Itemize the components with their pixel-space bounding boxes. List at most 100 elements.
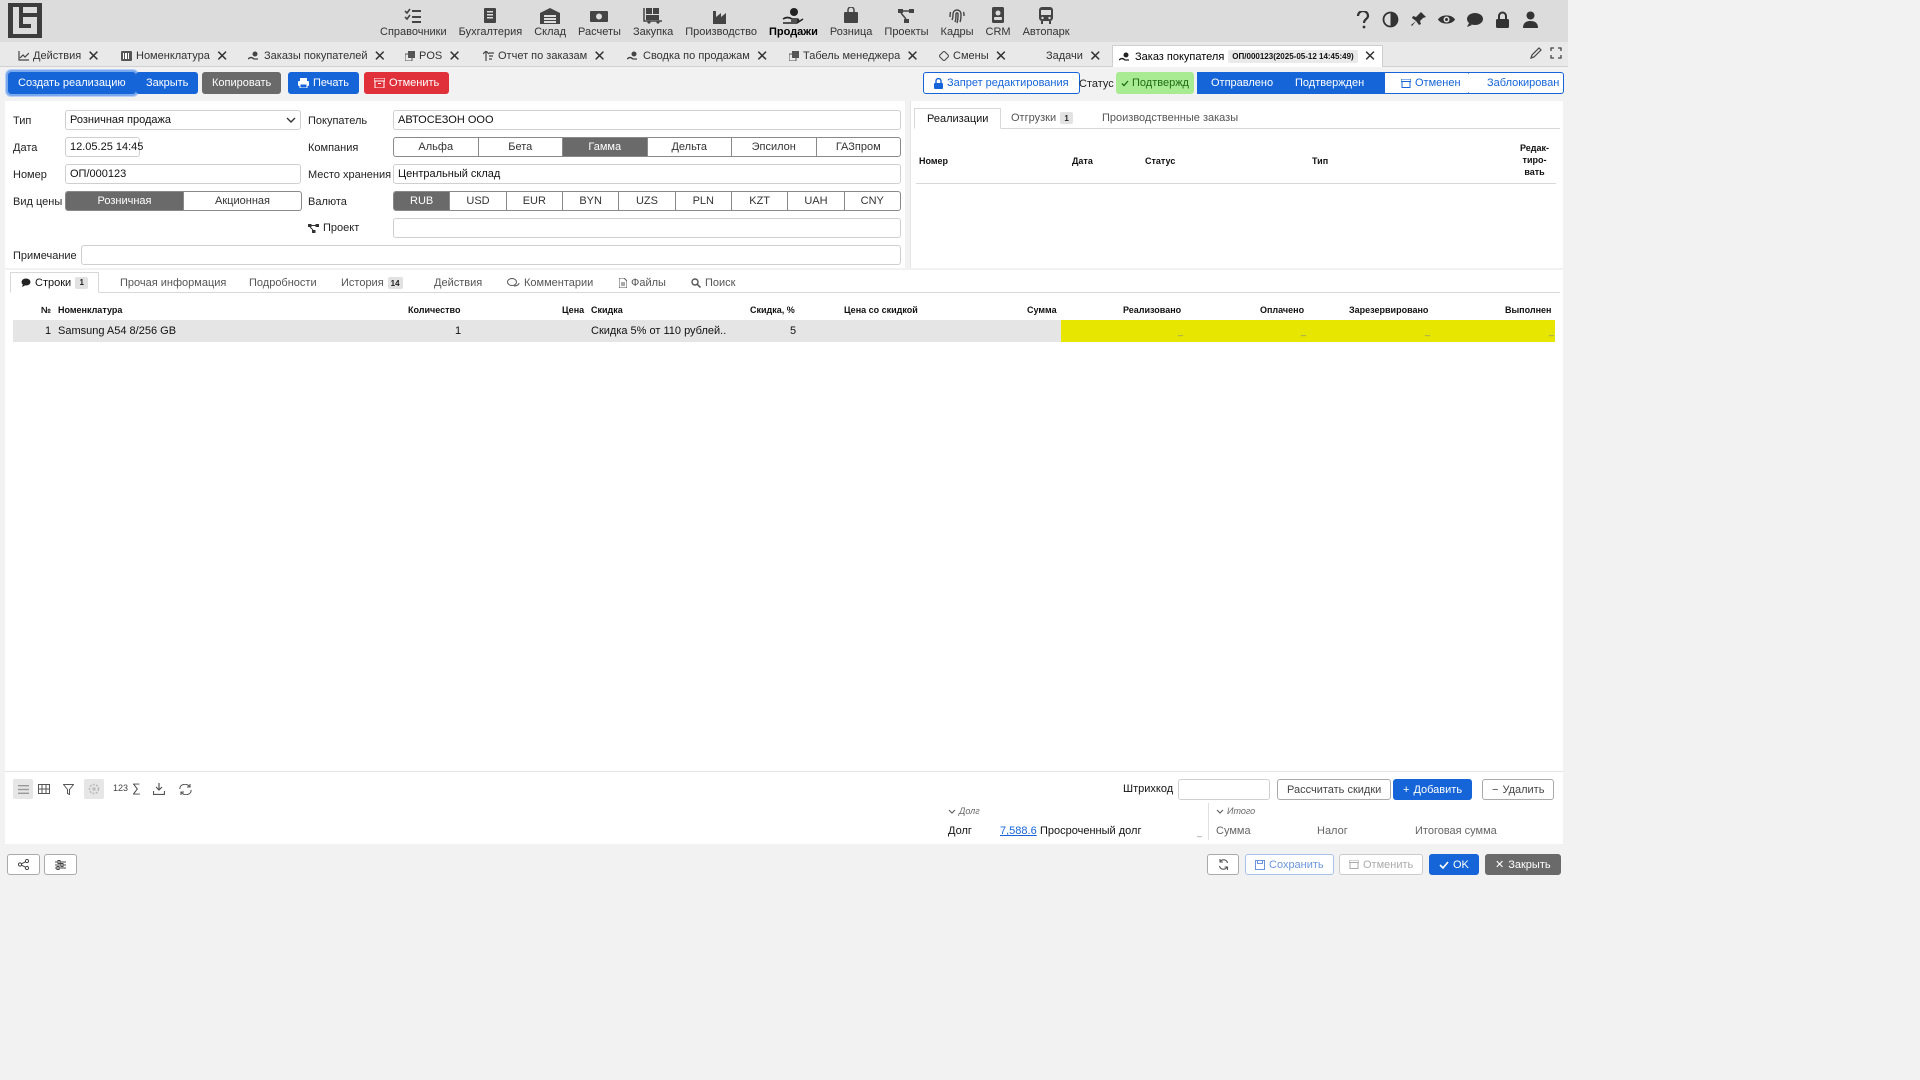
tab-zakazy-pokupateley[interactable]: Заказы покупателей ✕ bbox=[248, 45, 386, 67]
tab-search[interactable]: Поиск bbox=[691, 277, 735, 289]
grid-view-icon[interactable] bbox=[34, 779, 54, 799]
module-proekty[interactable]: Проекты bbox=[878, 0, 934, 42]
column-header[interactable]: Реализовано bbox=[1123, 305, 1181, 315]
project-field[interactable] bbox=[393, 218, 901, 238]
price-kind-promo[interactable]: Акционная bbox=[184, 192, 301, 210]
chat-icon[interactable] bbox=[1465, 10, 1484, 29]
module-avtopark[interactable]: Автопарк bbox=[1017, 0, 1076, 42]
tab-svodka-po-prodazham[interactable]: Сводка по продажам ✕ bbox=[627, 45, 768, 67]
refresh-swap-icon[interactable] bbox=[175, 779, 195, 799]
company-delta[interactable]: Дельта bbox=[648, 138, 732, 156]
tab-deystviya[interactable]: Действия ✕ bbox=[18, 45, 100, 67]
tab-otchet-po-zakazam[interactable]: Отчет по заказам ✕ bbox=[483, 45, 606, 67]
column-header[interactable]: Оплачено bbox=[1260, 305, 1304, 315]
module-kadry[interactable]: Кадры bbox=[935, 0, 980, 42]
column-header[interactable]: Цена bbox=[562, 305, 584, 315]
module-zakupka[interactable]: Закупка bbox=[627, 0, 679, 42]
close-icon[interactable]: ✕ bbox=[906, 49, 919, 64]
numbers-toggle[interactable]: 123 bbox=[113, 783, 128, 793]
tab-nomenklatura[interactable]: Номенклатура ✕ bbox=[121, 45, 228, 67]
tab-details[interactable]: Подробности bbox=[249, 277, 317, 289]
column-header[interactable]: Зарезервировано bbox=[1349, 305, 1428, 315]
column-header[interactable]: № bbox=[41, 305, 51, 315]
pencil-icon[interactable] bbox=[1530, 47, 1542, 59]
currency-rub[interactable]: RUB bbox=[394, 192, 451, 210]
debt-section-toggle[interactable]: Долг bbox=[948, 806, 980, 816]
price-kind-retail[interactable]: Розничная bbox=[66, 192, 184, 210]
lock-icon[interactable] bbox=[1493, 10, 1512, 29]
tab-zadachi[interactable]: Задачи ✕ bbox=[1046, 45, 1102, 67]
edit-lock-button[interactable]: Запрет редактирования bbox=[923, 72, 1080, 94]
module-proizvodstvo[interactable]: Производство bbox=[679, 0, 763, 42]
column-header[interactable]: Номенклатура bbox=[58, 305, 122, 315]
module-roznitsa[interactable]: Розница bbox=[824, 0, 879, 42]
company-beta[interactable]: Бета bbox=[479, 138, 563, 156]
barcode-input[interactable] bbox=[1178, 779, 1270, 800]
tab-tabel-menedzhera[interactable]: Табель менеджера ✕ bbox=[789, 45, 919, 67]
type-select[interactable]: Розничная продажа bbox=[65, 110, 301, 130]
row-quantity[interactable]: 1 bbox=[455, 325, 461, 337]
pipeline-step-cancelled[interactable]: Отменен bbox=[1385, 72, 1476, 94]
company-epsilon[interactable]: Эпсилон bbox=[732, 138, 817, 156]
tab-lines[interactable]: Строки 1 bbox=[10, 272, 100, 293]
list-view-icon[interactable] bbox=[13, 779, 33, 799]
column-header[interactable]: Выполнен bbox=[1505, 305, 1552, 315]
currency-kzt[interactable]: KZT bbox=[732, 192, 789, 210]
close-icon[interactable]: ✕ bbox=[1364, 49, 1377, 64]
totals-section-toggle[interactable]: Итого bbox=[1216, 806, 1255, 816]
tab-production-orders[interactable]: Производственные заказы bbox=[1102, 112, 1238, 124]
close-document-button[interactable]: Закрыть bbox=[136, 72, 199, 94]
contrast-icon[interactable] bbox=[1381, 10, 1400, 29]
eye-icon[interactable] bbox=[1437, 10, 1456, 29]
copy-button[interactable]: Копировать bbox=[202, 72, 282, 94]
column-header[interactable]: Статус bbox=[1145, 156, 1175, 166]
sum-icon[interactable]: ∑ bbox=[132, 781, 141, 795]
row-discount[interactable]: Скидка 5% от 110 рублей... bbox=[591, 325, 726, 337]
print-button[interactable]: Печать bbox=[288, 72, 360, 94]
column-header[interactable]: Дата bbox=[1072, 156, 1093, 166]
date-field[interactable]: 12.05.25 14:45 bbox=[65, 137, 143, 157]
row-item[interactable]: Samsung A54 8/256 GB bbox=[58, 325, 176, 337]
status-badge[interactable]: Подтвержд bbox=[1116, 72, 1194, 94]
filter-icon[interactable] bbox=[58, 779, 78, 799]
currency-byn[interactable]: BYN bbox=[563, 192, 620, 210]
help-icon[interactable] bbox=[1353, 10, 1372, 29]
tab-realizations[interactable]: Реализации bbox=[914, 108, 1002, 129]
module-sklad[interactable]: Склад bbox=[528, 0, 572, 42]
close-icon[interactable]: ✕ bbox=[1089, 49, 1102, 64]
close-icon[interactable]: ✕ bbox=[216, 49, 229, 64]
module-prodazhi[interactable]: Продажи bbox=[763, 0, 824, 42]
tab-files[interactable]: Файлы bbox=[619, 277, 666, 289]
tab-other-info[interactable]: Прочая информация bbox=[120, 277, 226, 289]
note-field[interactable] bbox=[81, 245, 901, 265]
column-header[interactable]: Редак- тиро- вать bbox=[1520, 142, 1549, 178]
save-button[interactable]: Сохранить bbox=[1245, 854, 1334, 875]
currency-cny[interactable]: CNY bbox=[845, 192, 900, 210]
tab-actions[interactable]: Действия bbox=[434, 277, 482, 289]
sliders-button[interactable] bbox=[44, 854, 77, 875]
pipeline-step-confirmed[interactable]: Подтвержден bbox=[1281, 72, 1393, 94]
close-icon[interactable]: ✕ bbox=[374, 49, 387, 64]
column-header[interactable]: Номер bbox=[919, 156, 948, 166]
tab-history[interactable]: История 14 bbox=[341, 277, 403, 289]
tab-shipments[interactable]: Отгрузки 1 bbox=[1011, 112, 1074, 124]
settings-gear-icon[interactable] bbox=[84, 779, 104, 799]
module-raschety[interactable]: Расчеты bbox=[572, 0, 627, 42]
user-icon[interactable] bbox=[1521, 10, 1540, 29]
column-header[interactable]: Цена со скидкой bbox=[844, 305, 918, 315]
share-button[interactable] bbox=[7, 854, 40, 875]
module-spravochniki[interactable]: Справочники bbox=[374, 0, 453, 42]
calculate-discounts-button[interactable]: Рассчитать скидки bbox=[1277, 779, 1392, 800]
pin-icon[interactable] bbox=[1409, 10, 1428, 29]
company-alpha[interactable]: Альфа bbox=[394, 138, 479, 156]
buyer-field[interactable]: АВТОСЕЗОН ООО bbox=[393, 110, 901, 130]
close-form-button[interactable]: ✕ Закрыть bbox=[1485, 854, 1561, 875]
pipeline-step-blocked[interactable]: Заблокирован bbox=[1469, 72, 1564, 94]
create-realization-button[interactable]: Создать реализацию bbox=[6, 70, 138, 96]
reload-button[interactable] bbox=[1207, 854, 1239, 875]
close-icon[interactable]: ✕ bbox=[87, 49, 100, 64]
currency-uzs[interactable]: UZS bbox=[619, 192, 676, 210]
tab-pos[interactable]: POS ✕ bbox=[405, 45, 461, 67]
column-header[interactable]: Количество bbox=[408, 305, 460, 315]
expand-icon[interactable] bbox=[1550, 47, 1562, 59]
